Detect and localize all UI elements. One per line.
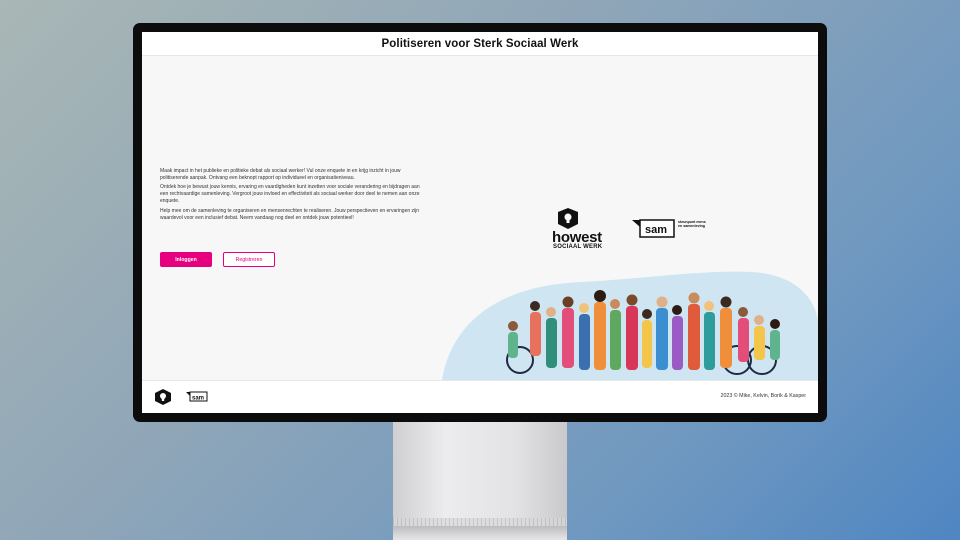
login-button[interactable]: Inloggen — [160, 252, 212, 267]
sam-tagline-line-2: en samenleving — [678, 224, 705, 229]
sam-tagline: steunpunt mens en samenleving — [678, 220, 706, 229]
people-illustration — [442, 271, 818, 380]
intro-paragraph-3: Help mee om de samenleving te organisere… — [160, 207, 420, 221]
monitor-stand-vent — [393, 518, 567, 526]
intro-paragraph-2: Ontdek hoe je bewust jouw kennis, ervari… — [160, 184, 420, 205]
footer-sam-logo-icon[interactable]: sam — [186, 390, 208, 402]
monitor-stand — [393, 420, 567, 532]
footer-sam-wordmark: sam — [192, 396, 204, 402]
page-header: Politiseren voor Sterk Sociaal Werk — [142, 32, 818, 56]
sam-logo-icon: sam — [632, 219, 675, 238]
screen: Politiseren voor Sterk Sociaal Werk Maak… — [142, 32, 818, 413]
sam-wordmark: sam — [645, 224, 667, 236]
copyright-text: 2023 © Mike, Kelvin, Borik & Kasper — [720, 393, 806, 399]
register-button[interactable]: Registreren — [223, 252, 275, 267]
page-footer: sam 2023 © Mike, Kelvin, Borik & Kasper — [142, 380, 818, 413]
page-title: Politiseren voor Sterk Sociaal Werk — [381, 37, 579, 50]
howest-subtitle: SOCIAAL WERK — [553, 244, 603, 250]
footer-howest-logo-icon[interactable] — [154, 388, 172, 406]
intro-text: Maak impact in het publieke en politieke… — [160, 168, 428, 224]
intro-paragraph-1: Maak impact in het publieke en politieke… — [160, 168, 401, 181]
monitor-frame: Politiseren voor Sterk Sociaal Werk Maak… — [133, 23, 827, 422]
monitor-stand-foot — [393, 526, 567, 540]
